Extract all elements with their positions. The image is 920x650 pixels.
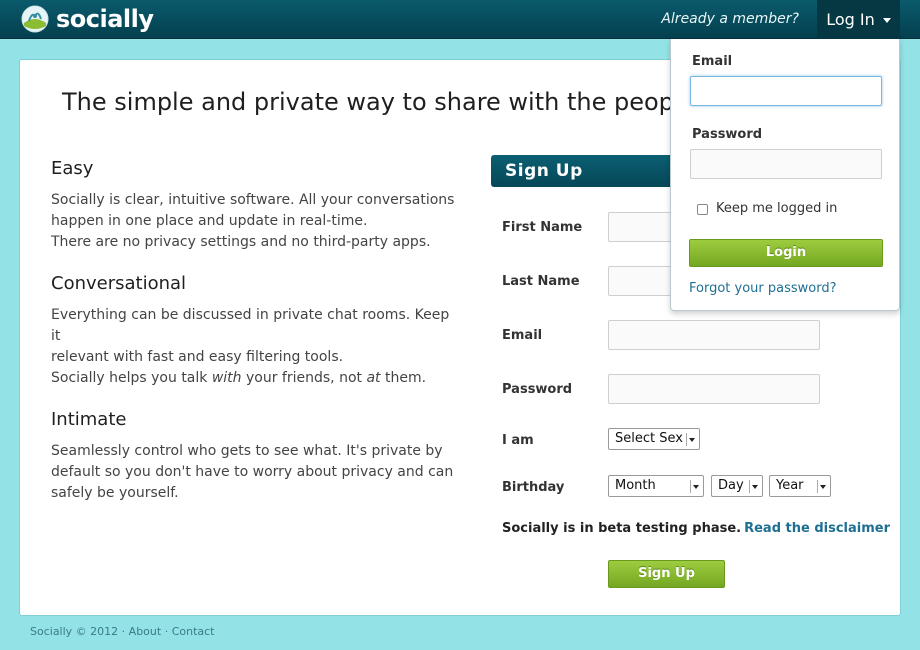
feature-description: Seamlessly control who gets to see what.…: [51, 443, 454, 501]
sex-select[interactable]: Select Sex: [608, 428, 700, 450]
feature-easy: Easy Socially is clear, intuitive softwa…: [51, 158, 461, 253]
feature-description: Everything can be discussed in private c…: [51, 307, 450, 386]
logo[interactable]: socially: [20, 4, 154, 34]
footer: Socially © 2012 · About · Contact: [30, 625, 215, 638]
footer-contact-link[interactable]: Contact: [172, 625, 215, 638]
login-dropdown-toggle[interactable]: Log In: [817, 0, 900, 39]
page-headline: The simple and private way to share with…: [62, 88, 696, 116]
birthday-day-select[interactable]: Day: [711, 475, 763, 497]
select-arrow-icon: [686, 433, 696, 446]
signup-password-label: Password: [502, 382, 573, 397]
signup-email-label: Email: [502, 328, 543, 343]
select-arrow-icon: [690, 480, 700, 493]
already-member-text: Already a member?: [661, 11, 799, 27]
feature-title: Conversational: [51, 273, 187, 294]
login-toggle-label: Log In: [826, 10, 875, 29]
last-name-label: Last Name: [502, 274, 580, 289]
keep-logged-in-checkbox[interactable]: [697, 204, 708, 215]
footer-about-link[interactable]: About: [129, 625, 162, 638]
signup-heading: Sign Up: [491, 155, 691, 187]
select-arrow-icon: [749, 480, 759, 493]
signup-email-input[interactable]: [608, 320, 820, 350]
feature-description: Socially is clear, intuitive software. A…: [51, 192, 455, 250]
feature-title: Intimate: [51, 409, 127, 430]
login-password-input[interactable]: [690, 149, 882, 179]
forgot-password-link[interactable]: Forgot your password?: [689, 281, 837, 296]
birthday-label: Birthday: [502, 480, 565, 495]
keep-logged-in-label: Keep me logged in: [716, 201, 838, 216]
login-button[interactable]: Login: [689, 239, 883, 267]
disclaimer-link[interactable]: Read the disclaimer: [744, 521, 890, 536]
first-name-label: First Name: [502, 220, 583, 235]
signup-button[interactable]: Sign Up: [608, 560, 725, 588]
caret-down-icon: [882, 18, 891, 23]
logo-icon: [21, 5, 49, 33]
birthday-month-select[interactable]: Month: [608, 475, 704, 497]
feature-conversational: Conversational Everything can be discuss…: [51, 273, 461, 389]
feature-intimate: Intimate Seamlessly control who gets to …: [51, 409, 461, 504]
signup-password-input[interactable]: [608, 374, 820, 404]
top-navigation-bar: socially Already a member? Log In: [0, 0, 920, 39]
login-dropdown-panel: Email Password Keep me logged in Login F…: [670, 39, 900, 311]
logo-text: socially: [56, 5, 154, 33]
sex-label: I am: [502, 433, 534, 448]
footer-copyright: Socially © 2012: [30, 625, 119, 638]
feature-title: Easy: [51, 158, 94, 179]
login-password-label: Password: [692, 127, 763, 142]
login-email-label: Email: [692, 54, 733, 69]
features-list: Easy Socially is clear, intuitive softwa…: [51, 158, 461, 524]
birthday-year-select[interactable]: Year: [769, 475, 831, 497]
login-email-input[interactable]: [690, 76, 882, 106]
select-arrow-icon: [817, 480, 827, 493]
beta-notice: Socially is in beta testing phase. Read t…: [502, 521, 891, 536]
